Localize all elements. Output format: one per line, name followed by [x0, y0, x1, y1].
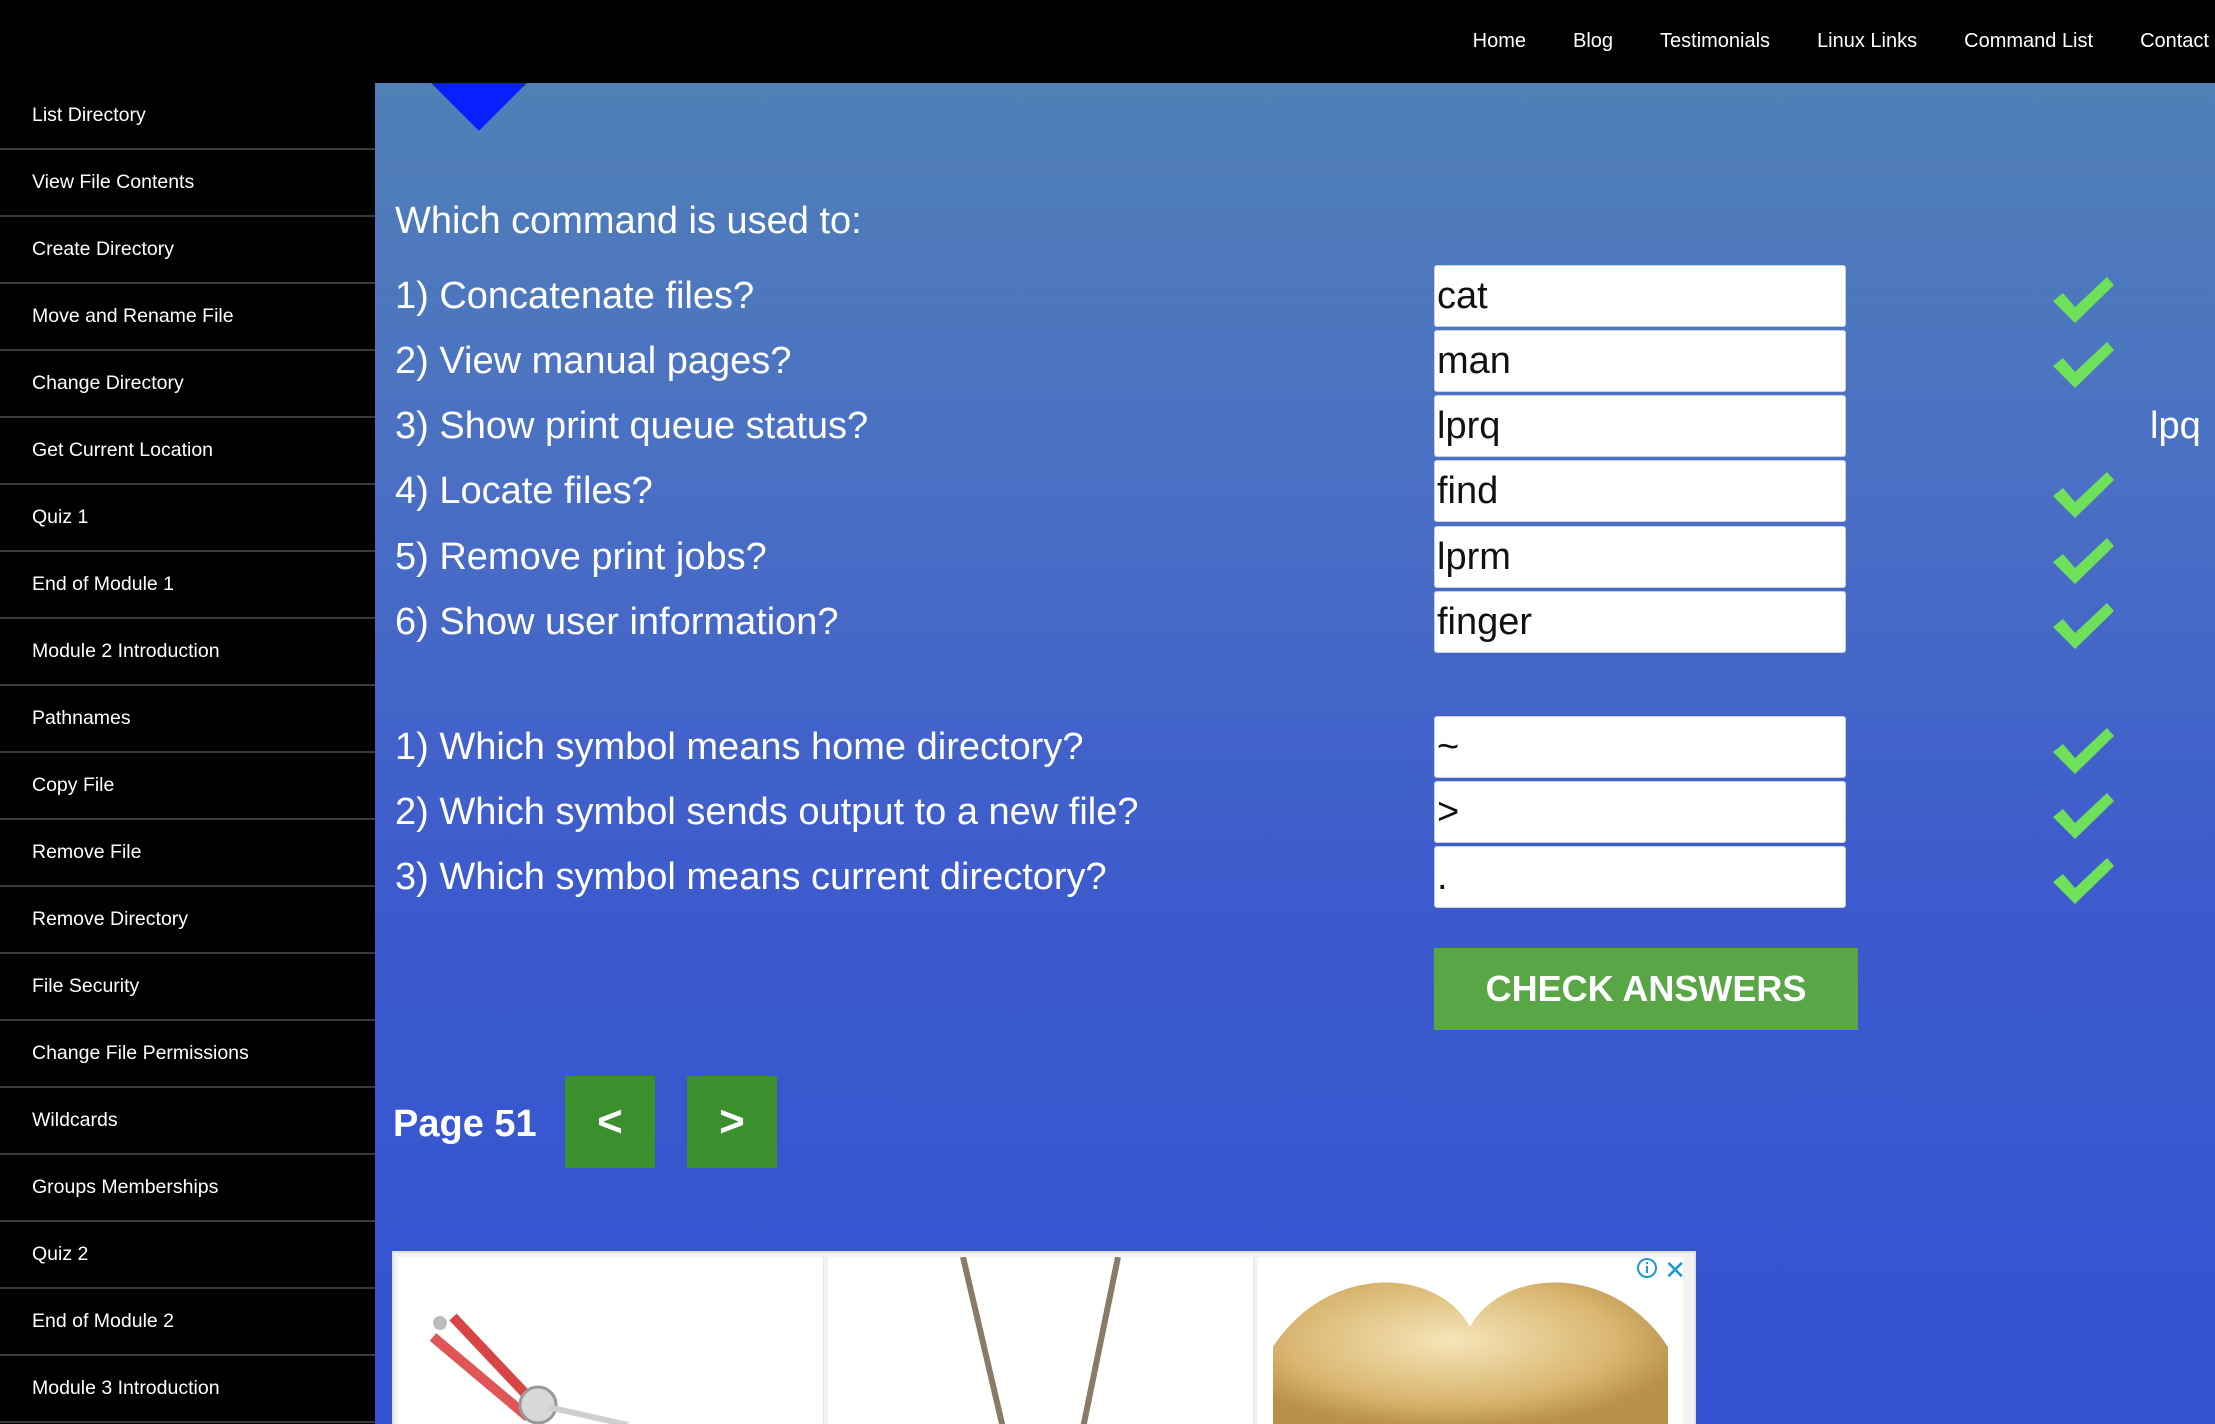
ad-banner[interactable]: ✕ [392, 1251, 1696, 1424]
nav-link-linux-links[interactable]: Linux Links [1817, 30, 1917, 53]
sidebar-item-end-of-module-2[interactable]: End of Module 2 [0, 1289, 375, 1356]
quiz-heading: Which command is used to: [395, 200, 862, 242]
ad-info-icon[interactable] [1636, 1257, 1658, 1284]
check-icon [2053, 603, 2114, 649]
sidebar-item-end-of-module-1[interactable]: End of Module 1 [0, 552, 375, 619]
sidebar-item-view-file-contents[interactable]: View File Contents [0, 150, 375, 217]
next-page-button[interactable]: > [687, 1076, 777, 1168]
answer-input[interactable] [1434, 395, 1846, 457]
question-text: 3) Which symbol means current directory? [395, 856, 1107, 898]
answer-input[interactable] [1434, 265, 1846, 327]
sidebar-item-module-2-introduction[interactable]: Module 2 Introduction [0, 619, 375, 686]
quiz-row: 1) Which symbol means home directory? [375, 716, 2215, 780]
question-text: 5) Remove print jobs? [395, 536, 767, 578]
sidebar-item-create-directory[interactable]: Create Directory [0, 217, 375, 284]
previous-page-button[interactable]: < [565, 1076, 655, 1168]
check-icon [2053, 728, 2114, 774]
sidebar-item-wildcards[interactable]: Wildcards [0, 1088, 375, 1155]
nav-link-contact[interactable]: Contact [2140, 30, 2209, 53]
sidebar-item-remove-file[interactable]: Remove File [0, 820, 375, 887]
nav-link-testimonials[interactable]: Testimonials [1660, 30, 1770, 53]
quiz-row: 2) Which symbol sends output to a new fi… [375, 781, 2215, 845]
sidebar-item-remove-directory[interactable]: Remove Directory [0, 887, 375, 954]
heart-pendant-image [1273, 1282, 1668, 1424]
sidebar-item-move-and-rename-file[interactable]: Move and Rename File [0, 284, 375, 351]
quiz-row: 1) Concatenate files? [375, 265, 2215, 329]
question-text: 3) Show print queue status? [395, 405, 869, 447]
top-nav-menu: Home Blog Testimonials Linux Links Comma… [1473, 0, 2215, 83]
correct-answer-hint: lpq [2150, 405, 2201, 447]
sidebar-item-change-directory[interactable]: Change Directory [0, 351, 375, 418]
sidebar-item-copy-file[interactable]: Copy File [0, 753, 375, 820]
check-icon [2053, 342, 2114, 388]
quiz-row: 3) Show print queue status? lpq [375, 395, 2215, 459]
ad-image-necklace[interactable] [828, 1257, 1254, 1424]
quiz-row: 2) View manual pages? [375, 330, 2215, 394]
answer-input[interactable] [1434, 781, 1846, 843]
bracelet-image [429, 1313, 629, 1424]
question-text: 1) Which symbol means home directory? [395, 726, 1084, 768]
top-navbar: Home Blog Testimonials Linux Links Comma… [0, 0, 2215, 83]
main-content: Which command is used to: 1) Concatenate… [375, 83, 2215, 1424]
question-text: 2) Which symbol sends output to a new fi… [395, 791, 1139, 833]
sidebar: List Directory View File Contents Create… [0, 83, 375, 1424]
answer-input[interactable] [1434, 716, 1846, 778]
nav-link-command-list[interactable]: Command List [1964, 30, 2093, 53]
check-icon [2053, 538, 2114, 584]
sidebar-item-quiz-2[interactable]: Quiz 2 [0, 1222, 375, 1289]
ad-image-bracelet[interactable] [398, 1257, 824, 1424]
check-icon [2053, 277, 2114, 323]
question-text: 4) Locate files? [395, 470, 653, 512]
answer-input[interactable] [1434, 460, 1846, 522]
question-text: 2) View manual pages? [395, 340, 792, 382]
answer-input[interactable] [1434, 526, 1846, 588]
answer-input[interactable] [1434, 846, 1846, 908]
check-answers-button[interactable]: CHECK ANSWERS [1434, 948, 1858, 1030]
check-icon [2053, 472, 2114, 518]
nav-link-blog[interactable]: Blog [1573, 30, 1613, 53]
necklace-image [960, 1257, 1121, 1424]
ad-image-heart[interactable] [1258, 1257, 1683, 1424]
sidebar-item-get-current-location[interactable]: Get Current Location [0, 418, 375, 485]
answer-input[interactable] [1434, 591, 1846, 653]
question-text: 1) Concatenate files? [395, 275, 755, 317]
answer-input[interactable] [1434, 330, 1846, 392]
sidebar-item-pathnames[interactable]: Pathnames [0, 686, 375, 753]
sidebar-item-quiz-1[interactable]: Quiz 1 [0, 485, 375, 552]
nav-link-home[interactable]: Home [1473, 30, 1526, 53]
check-icon [2053, 793, 2114, 839]
check-icon [2053, 858, 2114, 904]
sidebar-item-change-file-permissions[interactable]: Change File Permissions [0, 1021, 375, 1088]
quiz-row: 6) Show user information? [375, 591, 2215, 655]
quiz-row: 4) Locate files? [375, 460, 2215, 524]
sidebar-item-groups-memberships[interactable]: Groups Memberships [0, 1155, 375, 1222]
ad-close-icon[interactable]: ✕ [1664, 1255, 1686, 1286]
page-number-label: Page 51 [393, 1103, 537, 1145]
sidebar-item-list-directory[interactable]: List Directory [0, 83, 375, 150]
logo-diamond [411, 83, 547, 131]
sidebar-item-module-3-introduction[interactable]: Module 3 Introduction [0, 1356, 375, 1423]
quiz-row: 3) Which symbol means current directory? [375, 846, 2215, 910]
question-text: 6) Show user information? [395, 601, 839, 643]
sidebar-item-file-security[interactable]: File Security [0, 954, 375, 1021]
quiz-row: 5) Remove print jobs? [375, 526, 2215, 590]
